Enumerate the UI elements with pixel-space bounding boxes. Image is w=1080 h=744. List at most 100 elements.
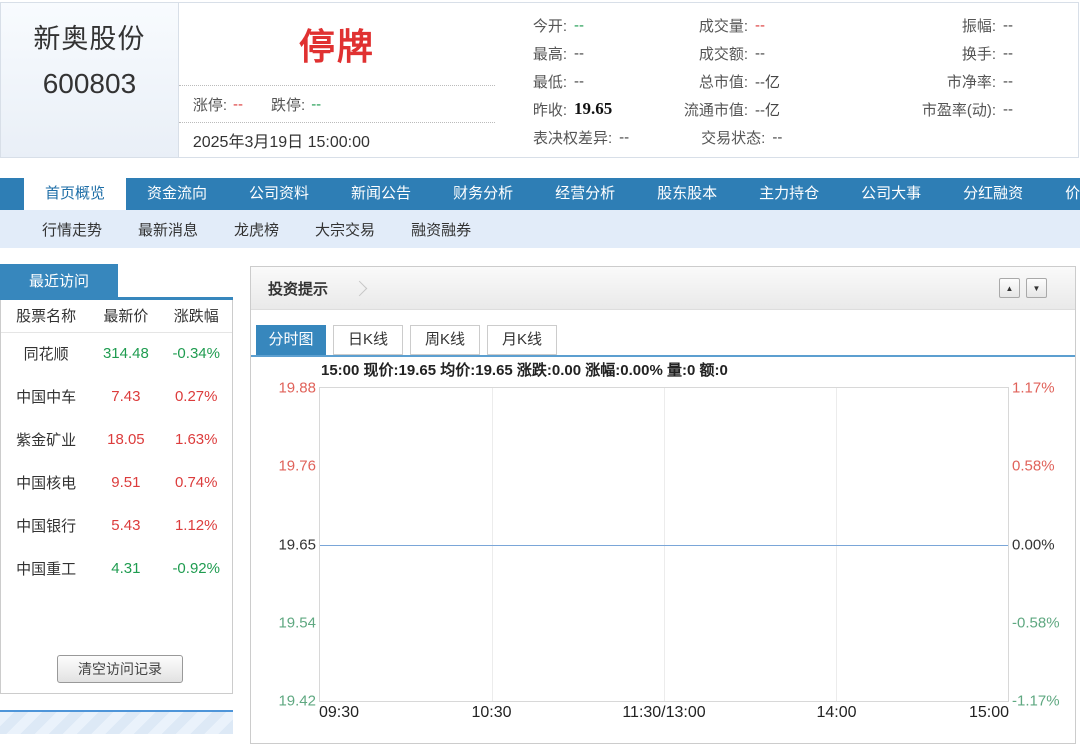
nav-item-10[interactable]: 分红融资 — [942, 178, 1044, 210]
visits-row[interactable]: 中国重工4.31-0.92% — [1, 547, 232, 590]
stat-cell: 昨收:19.65 — [505, 99, 653, 120]
collapse-up-button[interactable]: ▲ — [999, 278, 1020, 298]
visits-row[interactable]: 中国中车7.430.27% — [1, 375, 232, 418]
x-tick: 11:30/13:00 — [622, 704, 705, 722]
quote-header: 新奥股份 600803 停牌 涨停: -- 跌停: -- 2025年3月19日 … — [0, 2, 1079, 158]
stat-label: 交易状态: — [701, 127, 765, 148]
collapse-down-button[interactable]: ▼ — [1026, 278, 1047, 298]
visits-stock-name[interactable]: 紫金矿业 — [1, 418, 91, 461]
y-right-tick: -1.17% — [1012, 693, 1060, 710]
nav-item-9[interactable]: 公司大事 — [840, 178, 942, 210]
y-left-tick: 19.65 — [278, 536, 316, 553]
nav-item-11[interactable]: 价值分析 — [1044, 178, 1080, 210]
stock-code: 600803 — [43, 68, 136, 100]
subnav-item-3[interactable]: 龙虎榜 — [216, 219, 297, 240]
subnav-item-4[interactable]: 大宗交易 — [297, 219, 393, 240]
quote-datetime: 2025年3月19日 15:00:00 — [179, 123, 495, 157]
stock-name: 新奥股份 — [33, 17, 145, 56]
subnav-item-1[interactable]: 行情走势 — [24, 219, 120, 240]
visits-stock-name[interactable]: 中国核电 — [1, 461, 91, 504]
triangle-down-icon: ▼ — [1033, 284, 1041, 293]
stat-value: -- — [755, 17, 765, 34]
visits-stock-name[interactable]: 中国中车 — [1, 375, 91, 418]
stats-row: 最高:--成交额:--换手: -- — [505, 39, 1078, 67]
visits-change: 0.74% — [160, 461, 232, 504]
stat-cell: 成交量: -- — [653, 15, 878, 36]
nav-item-6[interactable]: 经营分析 — [534, 178, 636, 210]
stat-cell: 市净率:-- — [878, 71, 1078, 92]
visits-column-header: 股票名称 — [1, 300, 91, 332]
x-tick: 10:30 — [471, 704, 511, 722]
intraday-chart-plot[interactable]: 19.8819.7619.6519.5419.42 1.17%0.58%0.00… — [319, 387, 1009, 702]
panel-collapse-controls: ▲ ▼ — [999, 278, 1047, 298]
stats-row: 表决权差异:--交易状态:-- — [505, 123, 1078, 151]
y-left-tick: 19.88 — [278, 380, 316, 397]
visits-stock-name[interactable]: 中国重工 — [1, 547, 91, 590]
x-tick: 14:00 — [816, 704, 856, 722]
visits-price: 4.31 — [91, 547, 160, 590]
stat-label: 成交量: — [653, 15, 748, 36]
nav-item-8[interactable]: 主力持仓 — [738, 178, 840, 210]
stat-cell: 成交额:-- — [653, 43, 878, 64]
limit-up-label: 涨停: — [193, 94, 227, 115]
visits-row[interactable]: 中国核电9.510.74% — [1, 461, 232, 504]
nav-item-7[interactable]: 股东股本 — [636, 178, 738, 210]
nav-item-3[interactable]: 公司资料 — [228, 178, 330, 210]
y-right-tick: 0.58% — [1012, 458, 1055, 475]
stat-cell: 最高:-- — [505, 43, 653, 64]
stat-cell: 振幅:-- — [878, 15, 1078, 36]
chart-tabs-rule — [251, 355, 1075, 357]
stat-label: 今开: — [505, 15, 567, 36]
x-tick: 09:30 — [319, 704, 359, 722]
stat-value: -- — [574, 73, 584, 90]
visits-change: 0.27% — [160, 375, 232, 418]
stat-label: 市盈率(动): — [878, 99, 996, 120]
stat-label: 昨收: — [505, 99, 567, 120]
visits-change: 1.12% — [160, 504, 232, 547]
visits-row[interactable]: 同花顺314.48-0.34% — [1, 332, 232, 375]
stats-row: 昨收:19.65流通市值:--亿市盈率(动):-- — [505, 95, 1078, 123]
recent-visits-body: 股票名称最新价涨跌幅 同花顺314.48-0.34%中国中车7.430.27%紫… — [0, 300, 233, 694]
stat-value: -- — [755, 45, 765, 62]
nav-item-5[interactable]: 财务分析 — [432, 178, 534, 210]
stat-value: -- — [1003, 73, 1013, 90]
chart-tab-周K线[interactable]: 周K线 — [410, 325, 480, 355]
nav-item-4[interactable]: 新闻公告 — [330, 178, 432, 210]
visits-row[interactable]: 中国银行5.431.12% — [1, 504, 232, 547]
visits-header-row: 股票名称最新价涨跌幅 — [1, 300, 232, 332]
visits-price: 9.51 — [91, 461, 160, 504]
recent-visits-table: 股票名称最新价涨跌幅 同花顺314.48-0.34%中国中车7.430.27%紫… — [1, 300, 232, 590]
main-nav: 首页概览资金流向公司资料新闻公告财务分析经营分析股东股本主力持仓公司大事分红融资… — [0, 178, 1080, 210]
price-series-line — [320, 545, 1008, 546]
stat-value: -- — [1003, 17, 1013, 34]
chart-tab-分时图[interactable]: 分时图 — [256, 325, 326, 355]
nav-item-2[interactable]: 资金流向 — [126, 178, 228, 210]
visits-stock-name[interactable]: 同花顺 — [1, 332, 91, 375]
stat-cell: 流通市值:--亿 — [653, 99, 878, 120]
stat-label: 换手: — [878, 43, 996, 64]
stat-cell: 总市值: --亿 — [653, 71, 878, 92]
stat-label: 最低: — [505, 71, 567, 92]
nav-item-1[interactable]: 首页概览 — [24, 178, 126, 210]
quote-stats-grid: 今开:--成交量:--振幅:--最高:--成交额:--换手:--最低:--总市值… — [495, 3, 1078, 157]
visits-change: 1.63% — [160, 418, 232, 461]
stat-label: 总市值: — [653, 71, 748, 92]
subnav-item-5[interactable]: 融资融券 — [393, 219, 489, 240]
stat-value: --亿 — [755, 71, 780, 92]
y-right-tick: 1.17% — [1012, 380, 1055, 397]
chart-tab-日K线[interactable]: 日K线 — [333, 325, 403, 355]
y-right-tick: 0.00% — [1012, 536, 1055, 553]
subnav-item-2[interactable]: 最新消息 — [120, 219, 216, 240]
limit-row: 涨停: -- 跌停: -- — [179, 86, 495, 123]
clear-history-button[interactable]: 清空访问记录 — [57, 655, 183, 683]
stat-value: -- — [1003, 45, 1013, 62]
chart-tab-月K线[interactable]: 月K线 — [487, 325, 557, 355]
stat-value: -- — [574, 17, 584, 34]
visits-stock-name[interactable]: 中国银行 — [1, 504, 91, 547]
panel-header: 投资提示 ▲ ▼ — [251, 267, 1075, 310]
chart-info-line: 15:00 现价:19.65 均价:19.65 涨跌:0.00 涨幅:0.00%… — [321, 359, 728, 380]
recent-visits-tab[interactable]: 最近访问 — [0, 264, 118, 297]
visits-column-header: 最新价 — [91, 300, 160, 332]
stat-cell: 交易状态:-- — [701, 127, 782, 148]
visits-row[interactable]: 紫金矿业18.051.63% — [1, 418, 232, 461]
